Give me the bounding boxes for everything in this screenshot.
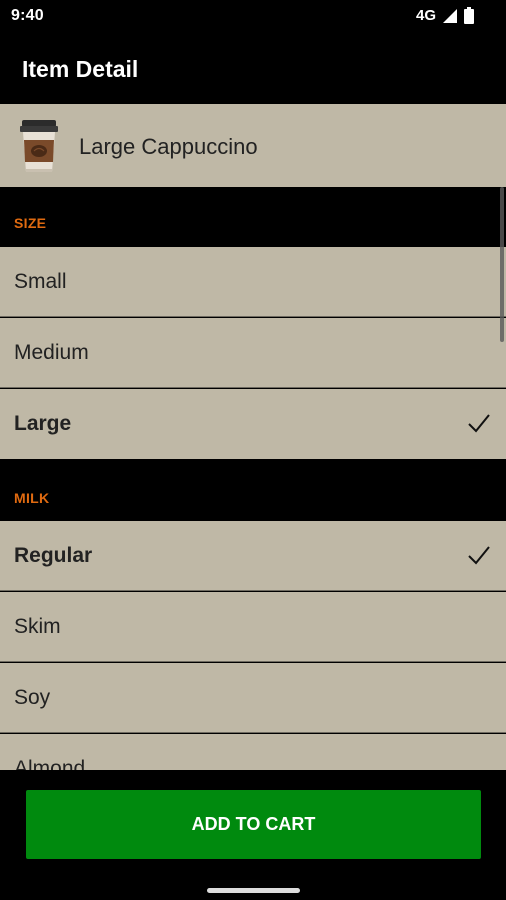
milk-option-almond[interactable]: Almond (0, 734, 506, 770)
milk-option-soy[interactable]: Soy (0, 663, 506, 733)
item-header: Large Cappuccino (0, 104, 506, 187)
page-title: Item Detail (22, 56, 139, 82)
section-title-size: SIZE (14, 215, 47, 231)
status-icons: 4G (416, 7, 474, 24)
battery-icon (464, 7, 474, 24)
scrollbar[interactable] (500, 187, 504, 342)
section-header-size: SIZE (0, 187, 506, 247)
option-label: Regular (14, 544, 93, 567)
option-label: Small (14, 270, 67, 293)
option-label: Large (14, 412, 72, 435)
size-option-large[interactable]: Large (0, 389, 506, 459)
section-title-milk: MILK (14, 490, 50, 506)
section-header-milk: MILK (0, 459, 506, 521)
home-indicator[interactable] (207, 888, 300, 893)
check-icon (468, 546, 490, 565)
signal-icon (443, 8, 457, 23)
coffee-cup-icon (20, 120, 58, 172)
options-list[interactable]: Large Cappuccino SIZE Small Medium Large… (0, 104, 506, 770)
app-bar: Item Detail (0, 32, 506, 104)
option-label: Soy (14, 686, 51, 709)
status-bar: 9:40 4G (0, 0, 506, 32)
bottom-bar: ADD TO CART (0, 770, 506, 900)
option-label: Skim (14, 615, 61, 638)
size-option-medium[interactable]: Medium (0, 318, 506, 388)
status-time: 9:40 (11, 7, 44, 24)
milk-option-skim[interactable]: Skim (0, 592, 506, 662)
check-icon (468, 414, 490, 433)
option-label: Medium (14, 341, 89, 364)
milk-option-regular[interactable]: Regular (0, 521, 506, 591)
size-option-small[interactable]: Small (0, 247, 506, 317)
option-label: Almond (14, 757, 86, 770)
item-name: Large Cappuccino (79, 134, 258, 159)
add-to-cart-button[interactable]: ADD TO CART (26, 790, 481, 859)
network-type: 4G (415, 7, 436, 24)
